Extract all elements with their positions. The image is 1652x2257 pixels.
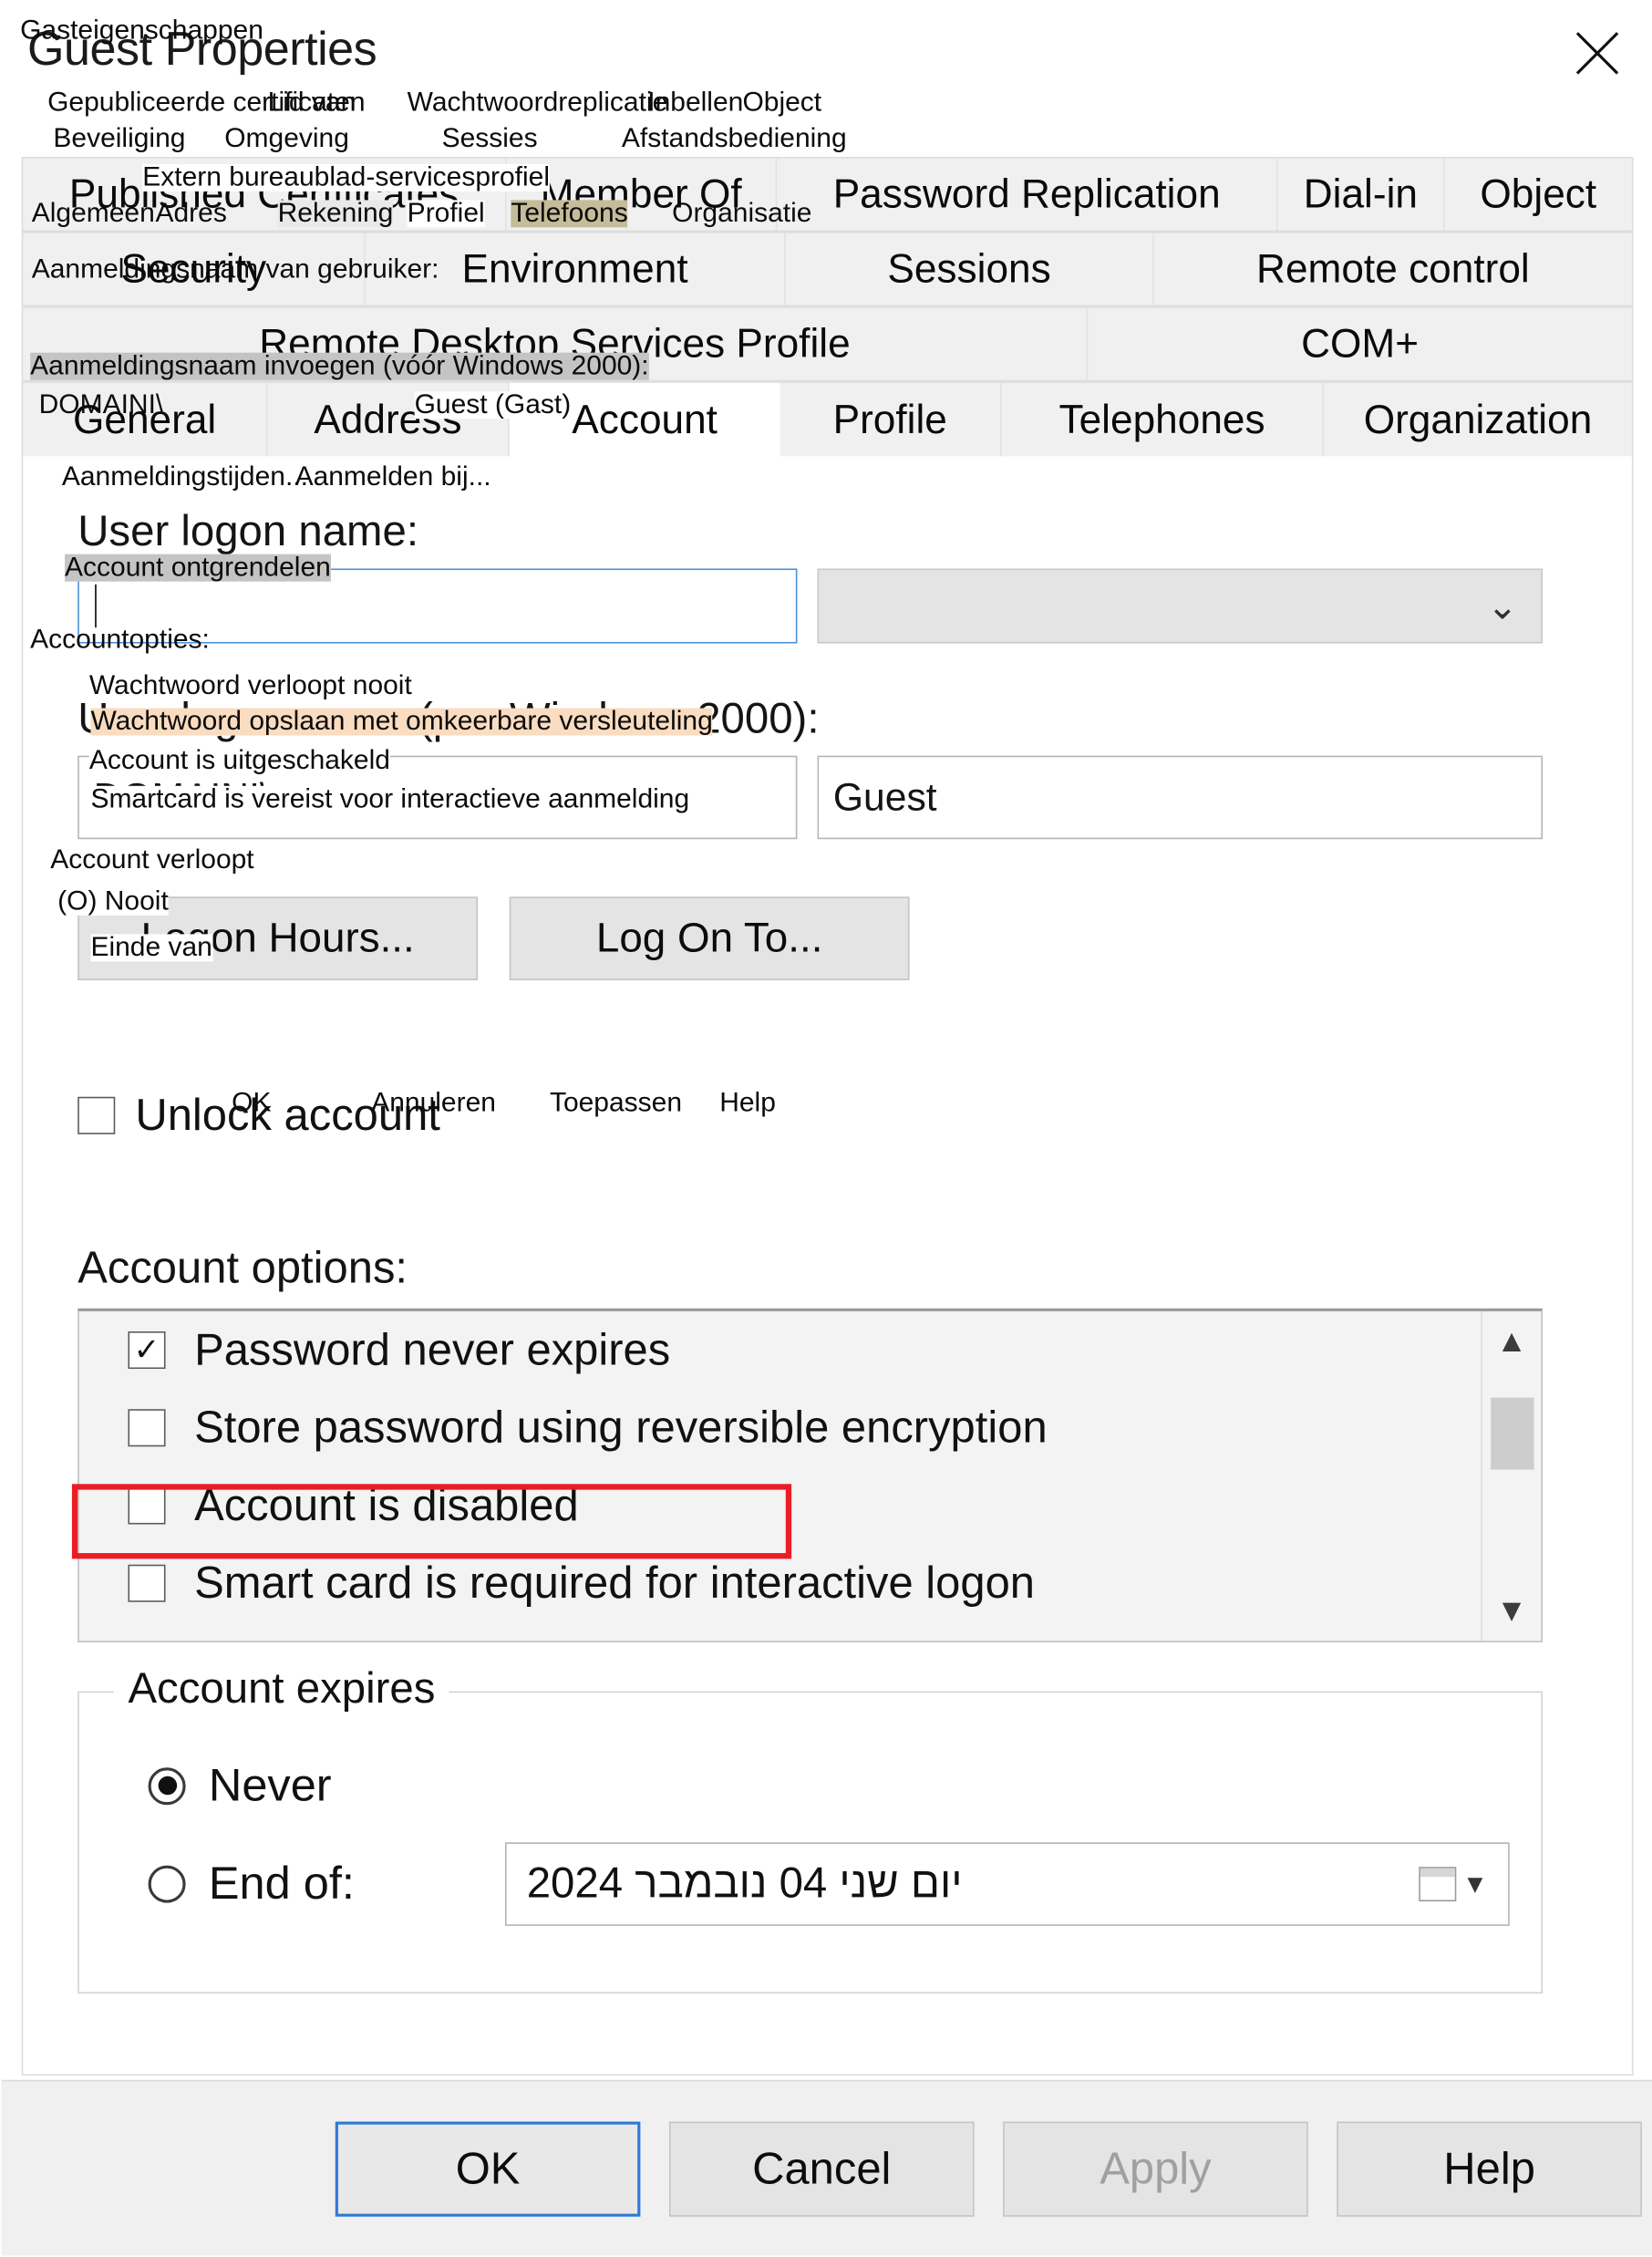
apply-button: Apply [1003, 2121, 1308, 2217]
translation-annotation: Einde van [90, 932, 212, 963]
account-option-row[interactable]: Store password using reversible encrypti… [79, 1389, 1542, 1466]
tab-password-replication[interactable]: Password Replication [777, 158, 1278, 231]
translation-annotation: Object [742, 88, 822, 119]
translation-annotation: Annuleren [371, 1088, 496, 1119]
tab-label: Password Replication [832, 171, 1221, 216]
translation-annotation: Wachtwoord verloopt nooit [88, 670, 412, 701]
account-option-label: Store password using reversible encrypti… [194, 1402, 1048, 1453]
expires-date-picker[interactable]: יום שני 04 נובמבר 2024 ▼ [505, 1842, 1510, 1926]
translation-annotation: Organisatie [672, 198, 812, 229]
translation-annotation: Toepassen [549, 1088, 683, 1119]
tab-label: Account [572, 396, 718, 441]
translation-annotation: Adres [155, 198, 227, 229]
translation-annotation: Aanmeldingsnaam van gebruiker: [31, 254, 439, 285]
tab-object[interactable]: Object [1445, 159, 1632, 231]
translation-annotation: Algemeen [31, 198, 155, 229]
tab-sessions[interactable]: Sessions [786, 233, 1154, 305]
account-option-label: Smart card is required for interactive l… [194, 1557, 1036, 1609]
tab-label: Sessions [887, 245, 1051, 291]
expires-never-radio-row[interactable]: Never [148, 1758, 332, 1812]
translation-annotation: Guest (Gast) [414, 389, 572, 420]
expires-endof-radio[interactable] [148, 1864, 186, 1902]
account-option-row[interactable]: Smart card is required for interactive l… [79, 1545, 1542, 1622]
account-option-row[interactable]: Password never expires [79, 1311, 1542, 1389]
tab-com[interactable]: COM+ [1088, 308, 1632, 380]
tab-profile[interactable]: Profile [780, 382, 1002, 457]
translation-annotation: DOMAINI\ [38, 389, 164, 420]
tab-telephones[interactable]: Telephones [1002, 382, 1325, 457]
translation-annotation: Afstandsbediening [621, 123, 847, 154]
tab-label: Remote control [1256, 245, 1530, 291]
log-on-to-button[interactable]: Log On To... [509, 896, 910, 980]
translation-annotation: Aanmelden bij... [294, 461, 491, 492]
calendar-icon[interactable]: ▼ [1419, 1867, 1488, 1902]
account-expires-title: Account expires [113, 1665, 450, 1714]
translation-annotation: Telefoons [511, 198, 628, 229]
close-icon [1573, 29, 1622, 78]
ok-button[interactable]: OK [335, 2121, 641, 2217]
expires-never-radio[interactable] [148, 1766, 186, 1805]
account-option-checkbox[interactable] [128, 1486, 166, 1525]
tab-label: Organization [1363, 396, 1593, 441]
chevron-down-icon: ⌄ [1486, 584, 1519, 628]
account-option-label: Password never expires [194, 1324, 671, 1375]
translation-annotation: Account verloopt [50, 844, 254, 875]
translation-annotation: Wachtwoord opslaan met omkeerbare versle… [90, 706, 713, 738]
account-option-checkbox[interactable] [128, 1564, 166, 1602]
translation-annotation: Omgeving [224, 123, 349, 154]
translation-annotation: Account is uitgeschakeld [88, 745, 390, 776]
tab-label: Environment [461, 245, 688, 291]
translation-annotation: Beveiliging [53, 123, 186, 154]
expires-endof-radio-row[interactable]: End of: [148, 1857, 355, 1910]
guest-properties-dialog: Guest Properties Published Certificates M… [0, 0, 1652, 2257]
translation-annotation: Account ontgrendelen [65, 553, 331, 584]
account-option-row[interactable]: Account is disabled [79, 1466, 1542, 1544]
dialog-footer: OK Cancel Apply Help [1, 2079, 1652, 2256]
translation-annotation: Inbellen [647, 88, 744, 119]
account-option-checkbox[interactable] [128, 1331, 166, 1370]
translation-annotation: Rekening [277, 198, 394, 229]
translation-annotation: Smartcard is vereist voor interactieve a… [90, 784, 690, 815]
help-button[interactable]: Help [1337, 2121, 1642, 2217]
translation-annotation: Wachtwoordreplicatie [407, 88, 668, 119]
cancel-button[interactable]: Cancel [668, 2121, 975, 2217]
user-logon-name-label: User logon name: [77, 508, 418, 556]
unlock-account-checkbox[interactable] [77, 1096, 116, 1134]
translation-annotation: Aanmeldingsnaam invoegen (vóór Windows 2… [30, 351, 649, 382]
translation-annotation: (O) Nooit [57, 886, 169, 917]
account-option-checkbox[interactable] [128, 1409, 166, 1447]
translation-annotation: Gasteigenschappen [20, 16, 263, 47]
translation-annotation: Extern bureaublad-servicesprofiel [142, 162, 551, 193]
account-options-listbox[interactable]: ▲ ▼ Password never expiresStore password… [77, 1308, 1544, 1642]
close-button[interactable] [1562, 22, 1634, 85]
expires-never-label: Never [208, 1758, 332, 1811]
translation-annotation: Accountopties: [30, 625, 210, 656]
tab-label: Telephones [1058, 396, 1265, 441]
translation-annotation: OK [232, 1088, 272, 1119]
expires-date-value: יום שני 04 נובמבר 2024 [526, 1859, 963, 1908]
upn-suffix-select[interactable]: ⌄ [817, 568, 1544, 644]
tab-remote-control[interactable]: Remote control [1154, 233, 1632, 305]
expires-endof-label: End of: [208, 1857, 355, 1909]
tab-organization[interactable]: Organization [1324, 383, 1632, 456]
translation-annotation: Aanmeldingstijden... [61, 461, 308, 492]
pre-windows-2000-user-input[interactable]: Guest [817, 755, 1544, 840]
account-options-label: Account options: [77, 1242, 408, 1293]
account-expires-groupbox: Account expires Never End of: יום שני 04… [77, 1665, 1544, 1994]
tab-label: Object [1480, 171, 1597, 216]
tab-row-4[interactable]: General Address Account Profile Telephones Or… [21, 381, 1634, 457]
screen-canvas: Guest Properties Published Certificates M… [0, 0, 1652, 2257]
translation-annotation: Help [719, 1088, 776, 1119]
translation-annotation: Sessies [441, 123, 538, 154]
translation-annotation: Lid van [267, 88, 356, 119]
account-option-label: Account is disabled [194, 1479, 579, 1530]
tab-label: Dial-in [1303, 171, 1418, 216]
tab-label: COM+ [1301, 320, 1420, 366]
translation-annotation: Profiel [407, 198, 485, 229]
tab-dial-in[interactable]: Dial-in [1278, 158, 1445, 231]
tab-label: Profile [832, 396, 947, 441]
